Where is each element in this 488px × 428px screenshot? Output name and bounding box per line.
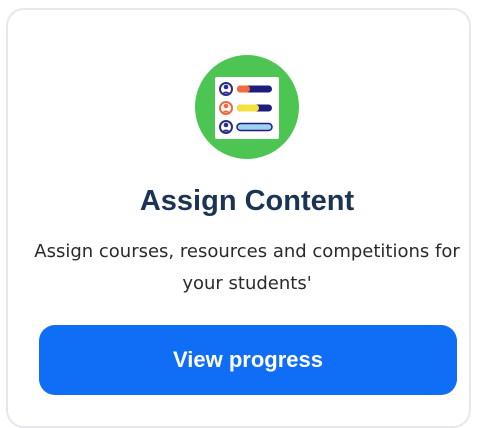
card-title: Assign Content bbox=[139, 185, 355, 217]
view-progress-button[interactable]: View progress bbox=[39, 325, 457, 395]
assign-list-icon bbox=[195, 55, 299, 159]
assign-content-card: Assign Content Assign courses, resources… bbox=[6, 8, 471, 428]
card-description: Assign courses, resources and competitio… bbox=[34, 241, 460, 294]
